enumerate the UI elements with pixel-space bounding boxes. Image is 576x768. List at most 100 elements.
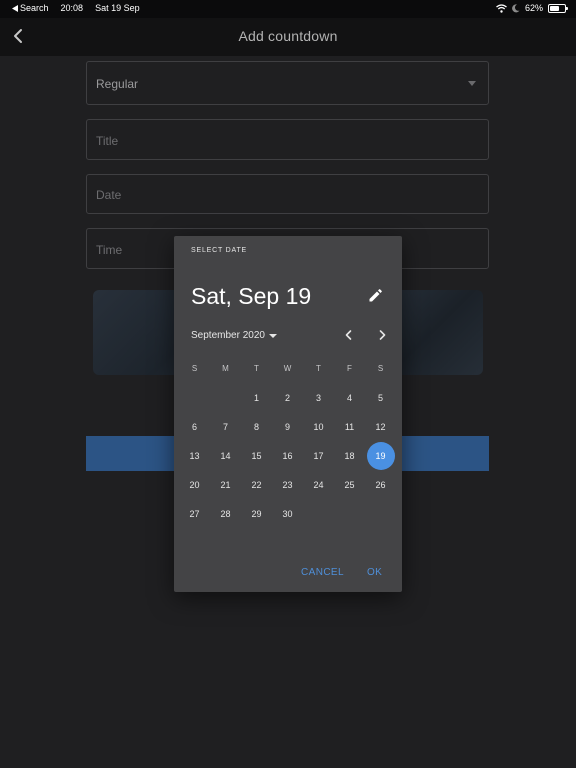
calendar-week-row: 20 21 22 23 24 25 26 — [179, 470, 396, 499]
calendar-day[interactable]: 20 — [179, 470, 210, 499]
app-bar: Add countdown — [0, 18, 576, 56]
back-triangle-icon — [12, 4, 18, 12]
calendar-day-label: 25 — [344, 479, 355, 490]
cancel-button[interactable]: CANCEL — [301, 567, 344, 578]
type-select[interactable]: Regular — [86, 61, 489, 105]
battery-icon — [548, 3, 568, 13]
calendar-empty-cell — [303, 499, 334, 528]
title-field[interactable]: Title — [86, 119, 489, 160]
calendar-day[interactable]: 5 — [365, 383, 396, 412]
calendar-empty-cell — [210, 383, 241, 412]
weekday-header: F — [347, 364, 352, 373]
weekday-header: M — [222, 364, 229, 373]
calendar-day-label: 13 — [189, 450, 200, 461]
battery-percent: 62% — [524, 3, 543, 13]
calendar-day-label: 17 — [313, 450, 324, 461]
calendar-day-label: 10 — [313, 421, 324, 432]
back-app-label: Search — [20, 3, 49, 13]
calendar-day[interactable]: 26 — [365, 470, 396, 499]
calendar-weeks: 1 2 3 4 5 6 7 8 9 10 11 12 13 14 15 16 17 18 19 20 21 22 23 24 2… — [179, 383, 396, 528]
status-date: Sat 19 Sep — [95, 3, 140, 13]
calendar-day-label: 4 — [346, 392, 352, 403]
calendar-day-label: 16 — [282, 450, 293, 461]
page-title: Add countdown — [238, 28, 338, 44]
calendar-grid: S M T W T F S 1 2 3 4 5 6 7 8 9 10 11 12 13 14 15 16 17 1… — [179, 354, 396, 528]
dropdown-arrow-icon — [268, 333, 277, 338]
status-time: 20:08 — [60, 3, 84, 13]
calendar-day-label: 11 — [344, 421, 355, 432]
calendar-day-label: 14 — [220, 450, 231, 461]
calendar-day-label: 28 — [220, 508, 231, 519]
calendar-day[interactable]: 10 — [303, 412, 334, 441]
moon-icon — [512, 3, 520, 12]
selected-date-headline: Sat, Sep 19 — [191, 283, 312, 309]
calendar-day[interactable]: 27 — [179, 499, 210, 528]
calendar-day-label: 18 — [344, 450, 355, 461]
next-month-icon[interactable] — [375, 328, 389, 342]
wifi-icon — [496, 3, 507, 13]
calendar-day-label: 2 — [284, 392, 290, 403]
calendar-day[interactable]: 6 — [179, 412, 210, 441]
calendar-day[interactable]: 1 — [241, 383, 272, 412]
calendar-day[interactable]: 8 — [241, 412, 272, 441]
calendar-day-label: 29 — [251, 508, 262, 519]
calendar-day-label: 30 — [282, 508, 293, 519]
calendar-day-label: 21 — [220, 479, 231, 490]
calendar-week-row: 1 2 3 4 5 — [179, 383, 396, 412]
calendar-day[interactable]: 29 — [241, 499, 272, 528]
calendar-empty-cell — [179, 383, 210, 412]
calendar-day[interactable]: 2 — [272, 383, 303, 412]
calendar-empty-cell — [334, 499, 365, 528]
type-select-value: Regular — [96, 77, 139, 91]
calendar-day[interactable]: 4 — [334, 383, 365, 412]
calendar-day[interactable]: 12 — [365, 412, 396, 441]
calendar-day-label: 3 — [315, 392, 321, 403]
calendar-day[interactable]: 11 — [334, 412, 365, 441]
weekday-header-row: S M T W T F S — [179, 354, 396, 383]
pencil-icon[interactable] — [368, 288, 383, 303]
time-placeholder: Time — [96, 243, 123, 257]
month-year-selector[interactable]: September 2020 — [191, 330, 277, 341]
calendar-day[interactable]: 7 — [210, 412, 241, 441]
calendar-day[interactable]: 21 — [210, 470, 241, 499]
dropdown-caret-icon — [468, 81, 476, 86]
calendar-day-label: 24 — [313, 479, 324, 490]
calendar-day[interactable]: 25 — [334, 470, 365, 499]
calendar-week-row: 13 14 15 16 17 18 19 — [179, 441, 396, 470]
calendar-day[interactable]: 22 — [241, 470, 272, 499]
calendar-day-label: 6 — [191, 421, 197, 432]
status-bar: Search 20:08 Sat 19 Sep 62% — [0, 0, 576, 18]
back-to-app[interactable]: Search — [12, 3, 49, 13]
dialog-help-text: SELECT DATE — [191, 247, 247, 254]
previous-month-icon[interactable] — [342, 328, 356, 342]
calendar-day-label: 27 — [189, 508, 200, 519]
weekday-header: W — [283, 364, 292, 373]
calendar-day-label: 19 — [375, 450, 386, 461]
calendar-day[interactable]: 17 — [303, 441, 334, 470]
calendar-day[interactable]: 15 — [241, 441, 272, 470]
ok-button[interactable]: OK — [367, 567, 382, 578]
date-picker-dialog: SELECT DATE Sat, Sep 19 September 2020 S… — [174, 236, 402, 592]
calendar-day-selected[interactable]: 19 — [365, 441, 396, 470]
calendar-day[interactable]: 28 — [210, 499, 241, 528]
calendar-day-label: 1 — [253, 392, 259, 403]
calendar-day[interactable]: 23 — [272, 470, 303, 499]
calendar-day-label: 9 — [284, 421, 290, 432]
weekday-header: T — [316, 364, 321, 373]
calendar-day[interactable]: 18 — [334, 441, 365, 470]
calendar-empty-cell — [365, 499, 396, 528]
calendar-day-label: 8 — [253, 421, 259, 432]
calendar-week-row: 27 28 29 30 — [179, 499, 396, 528]
calendar-day[interactable]: 13 — [179, 441, 210, 470]
calendar-day[interactable]: 9 — [272, 412, 303, 441]
calendar-week-row: 6 7 8 9 10 11 12 — [179, 412, 396, 441]
date-field[interactable]: Date — [86, 174, 489, 214]
calendar-day[interactable]: 14 — [210, 441, 241, 470]
calendar-day-label: 12 — [375, 421, 386, 432]
calendar-day[interactable]: 3 — [303, 383, 334, 412]
calendar-day[interactable]: 30 — [272, 499, 303, 528]
calendar-day[interactable]: 24 — [303, 470, 334, 499]
calendar-day-label: 7 — [222, 421, 228, 432]
calendar-day-label: 5 — [377, 392, 383, 403]
calendar-day[interactable]: 16 — [272, 441, 303, 470]
